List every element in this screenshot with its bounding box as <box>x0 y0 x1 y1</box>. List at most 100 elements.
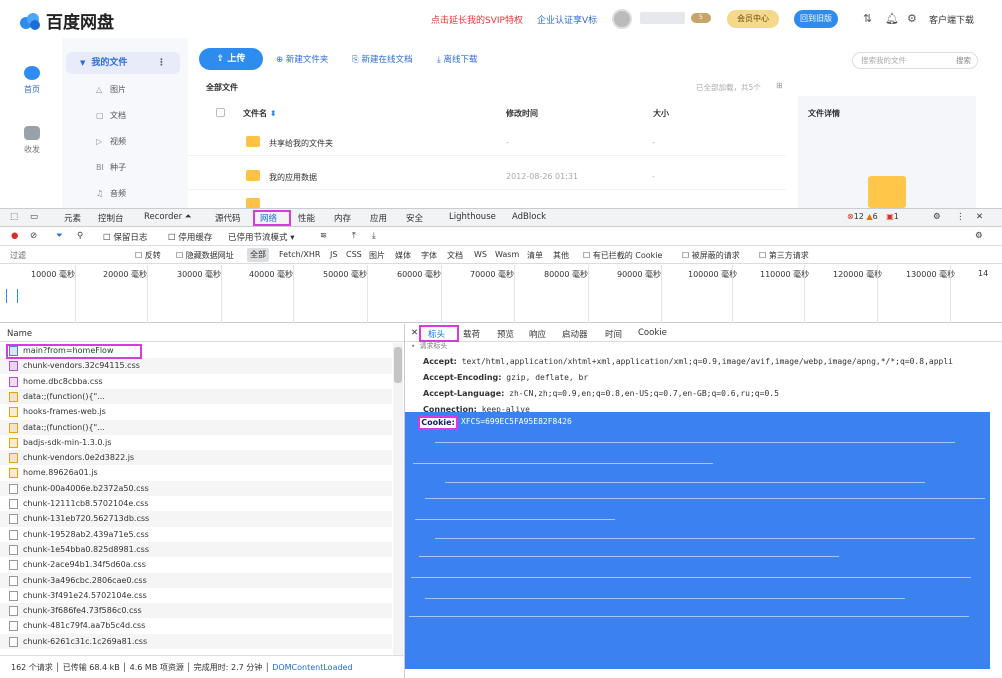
throttle-select[interactable]: 已停用节流模式 ▾ <box>228 231 294 243</box>
sidebar-item-my-files[interactable]: ▼ 我的文件 ⋮ <box>66 52 180 74</box>
tab-console[interactable]: 控制台 <box>98 212 124 224</box>
tab-payload[interactable]: 载荷 <box>463 328 480 340</box>
request-row[interactable]: hooks-frames-web.js <box>0 404 392 419</box>
vip-center-button[interactable]: 会员中心 <box>727 10 779 28</box>
request-row[interactable]: chunk-00a4006e.b2372a50.css <box>0 480 392 496</box>
rail-home[interactable]: 首页 <box>12 66 52 95</box>
sidebar-item-images[interactable]: △ 图片 <box>96 84 126 95</box>
filter-type[interactable]: JS <box>330 250 337 259</box>
filter-type[interactable]: Fetch/XHR <box>279 250 320 259</box>
tab-performance[interactable]: 性能 <box>298 212 315 224</box>
blocked-requests-checkbox[interactable]: ☐ 被屏蔽的请求 <box>682 250 740 261</box>
tab-response[interactable]: 响应 <box>529 328 546 340</box>
avatar[interactable] <box>612 9 632 29</box>
offline-download-button[interactable]: ⤓ 离线下载 <box>437 53 477 65</box>
close-detail-icon[interactable]: ✕ <box>411 328 418 338</box>
network-settings-icon[interactable]: ⚙ <box>975 231 983 241</box>
file-search-input[interactable]: 搜索我的文件 搜索 <box>852 52 978 69</box>
filter-type[interactable]: CSS <box>346 250 362 259</box>
new-online-doc-button[interactable]: ⎘ 新建在线文档 <box>352 53 413 65</box>
table-row[interactable]: 共享给我的文件夹 - - <box>188 130 786 156</box>
hide-data-urls-checkbox[interactable]: ☐ 隐藏数据网址 <box>176 250 234 261</box>
invert-checkbox[interactable]: ☐ 反转 <box>135 250 161 261</box>
device-toggle-icon[interactable]: ▭ <box>30 212 38 222</box>
filter-type[interactable]: 文档 <box>447 250 463 261</box>
upload-button[interactable]: ⇪ 上传 <box>199 48 263 70</box>
filter-input[interactable]: 过滤 <box>10 250 26 261</box>
sidebar-item-audio[interactable]: ♫ 音频 <box>96 188 126 199</box>
filter-all-button[interactable]: 全部 <box>247 248 269 262</box>
request-row[interactable]: chunk-12111cb8.5702104e.css <box>0 496 392 511</box>
request-row[interactable]: badjs-sdk-min-1.3.0.js <box>0 435 392 450</box>
request-row[interactable]: chunk-3a496cbc.2806cae0.css <box>0 572 392 588</box>
request-row[interactable]: chunk-481c79f4.aa7b5c4d.css <box>0 618 392 633</box>
tab-memory[interactable]: 内存 <box>334 212 351 224</box>
settings-icon[interactable]: ⚙ <box>907 12 917 25</box>
request-row[interactable]: chunk-vendors.0e2d3822.js <box>0 450 392 466</box>
filter-type[interactable]: 图片 <box>369 250 385 261</box>
export-har-icon[interactable]: ⤓ <box>372 231 376 241</box>
col-modified[interactable]: 修改时间 <box>506 108 538 119</box>
sidebar-item-docs[interactable]: ▢ 文档 <box>96 110 126 121</box>
tab-elements[interactable]: 元素 <box>64 212 81 224</box>
filter-type[interactable]: 媒体 <box>395 250 411 261</box>
bell-icon[interactable]: 🔔︎ <box>885 12 899 25</box>
tab-sources[interactable]: 源代码 <box>215 212 241 224</box>
request-row[interactable]: home.89626a01.js <box>0 465 392 480</box>
tab-cookies[interactable]: Cookie <box>638 328 667 338</box>
preserve-log-checkbox[interactable]: ☐ 保留日志 <box>103 231 147 243</box>
more-icon[interactable]: ⋮ <box>157 52 166 74</box>
file-name[interactable]: 我的应用数据 <box>269 172 317 183</box>
tab-recorder[interactable]: Recorder ⏶ <box>144 212 192 222</box>
devtools-more-icon[interactable]: ⋮ <box>956 212 965 222</box>
import-har-icon[interactable]: ⤒ <box>352 231 356 241</box>
filter-icon[interactable]: ⏷ <box>56 231 63 241</box>
tab-adblock[interactable]: AdBlock <box>512 212 546 222</box>
select-all-checkbox[interactable] <box>216 108 225 117</box>
rail-favorites[interactable]: 收发 <box>12 126 52 155</box>
transfer-icon[interactable]: ⇅ <box>863 12 872 25</box>
request-row[interactable]: data:;(function(){"... <box>0 388 392 405</box>
enterprise-link[interactable]: 企业认证享V标 <box>537 13 597 26</box>
request-row[interactable]: home.dbc8cbba.css <box>0 374 392 389</box>
filter-type[interactable]: 清单 <box>527 250 543 261</box>
svip-promo-link[interactable]: 点击延长我的SVIP特权 <box>431 13 523 26</box>
tab-preview[interactable]: 预览 <box>497 328 514 340</box>
third-party-checkbox[interactable]: ☐ 第三方请求 <box>759 250 809 261</box>
clear-icon[interactable]: ⊘ <box>30 231 37 241</box>
request-row[interactable]: data:;(function(){"... <box>0 419 392 435</box>
client-download-link[interactable]: 客户端下载 <box>929 13 974 26</box>
filter-type[interactable]: 字体 <box>421 250 437 261</box>
tab-timing[interactable]: 时间 <box>605 328 622 340</box>
search-icon[interactable]: ⚲ <box>77 231 83 241</box>
request-row[interactable]: chunk-3f491e24.5702104e.css <box>0 588 392 603</box>
request-row[interactable]: chunk-19528ab2.439a71e5.css <box>0 527 392 542</box>
inspect-icon[interactable]: ⬚ <box>10 212 18 222</box>
request-row[interactable]: chunk-131eb720.562713db.css <box>0 511 392 527</box>
record-icon[interactable]: ● <box>11 231 18 241</box>
tab-initiator[interactable]: 启动器 <box>562 328 588 340</box>
col-name[interactable]: 文件名 ⬍ <box>243 108 277 119</box>
wifi-icon[interactable]: ≋ <box>320 231 327 241</box>
table-row[interactable]: 我的应用数据 2012-08-26 01:31 - <box>188 164 786 190</box>
new-folder-button[interactable]: ⊕ 新建文件夹 <box>276 53 328 65</box>
request-list-scrollbar[interactable] <box>393 343 403 655</box>
filter-type[interactable]: 其他 <box>553 250 569 261</box>
sidebar-item-videos[interactable]: ▷ 视频 <box>96 136 126 147</box>
devtools-close-icon[interactable]: ✕ <box>976 212 983 222</box>
filter-type[interactable]: Wasm <box>495 250 519 259</box>
disable-cache-checkbox[interactable]: ☐ 停用缓存 <box>168 231 212 243</box>
breadcrumb[interactable]: 全部文件 <box>206 82 238 93</box>
file-name[interactable]: 共享给我的文件夹 <box>269 138 333 149</box>
sidebar-item-torrents[interactable]: BI 种子 <box>96 162 126 173</box>
request-row[interactable]: chunk-vendors.32c94115.css <box>0 358 392 374</box>
name-column-header[interactable]: Name <box>0 324 404 342</box>
tab-security[interactable]: 安全 <box>406 212 423 224</box>
scroll-thumb[interactable] <box>394 347 402 383</box>
request-row[interactable]: chunk-6261c31c.1c269a81.css <box>0 633 392 649</box>
tab-application[interactable]: 应用 <box>370 212 387 224</box>
grid-view-icon[interactable]: ⊞ <box>776 81 783 90</box>
col-size[interactable]: 大小 <box>653 108 669 119</box>
back-to-old-version-button[interactable]: 回到旧版 <box>794 10 838 28</box>
blocked-cookies-checkbox[interactable]: ☐ 有已拦截的 Cookie <box>583 250 662 261</box>
